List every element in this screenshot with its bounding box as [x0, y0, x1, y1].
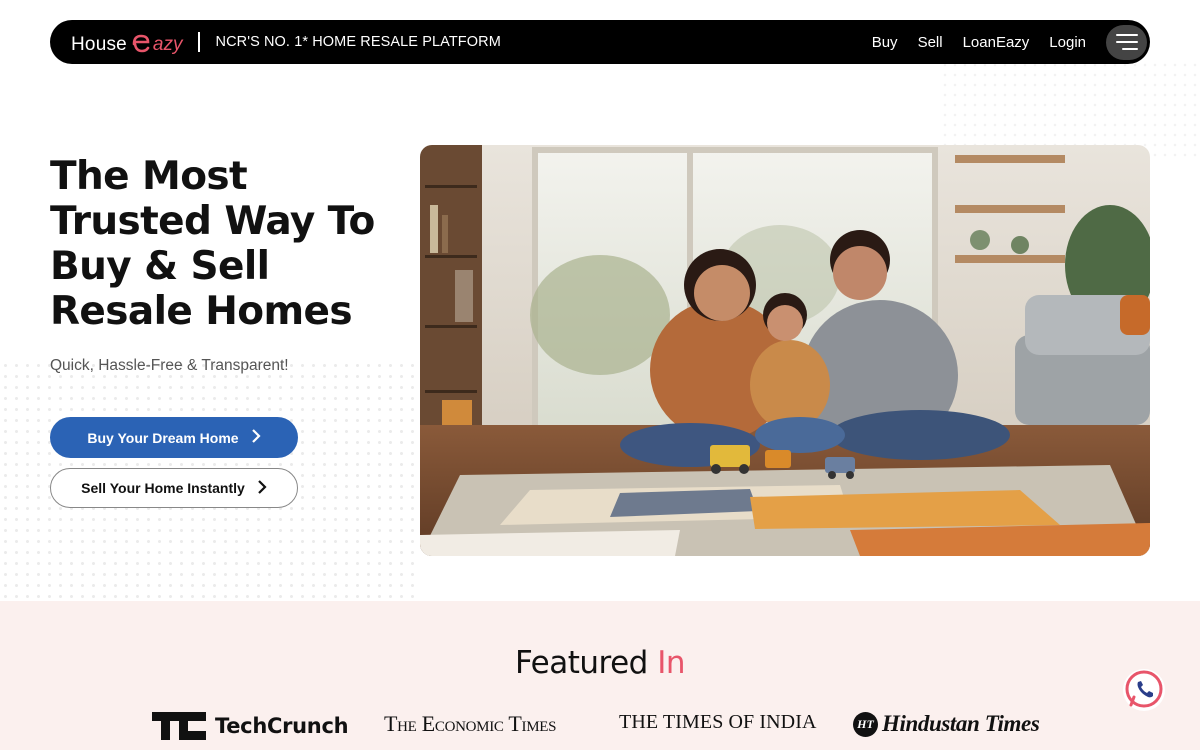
techcrunch-text: TechCrunch — [215, 714, 349, 738]
whatsapp-icon — [1125, 670, 1163, 708]
sell-home-instantly-button[interactable]: Sell Your Home Instantly — [50, 468, 298, 508]
nav-divider — [197, 32, 200, 52]
featured-section: Featured In TechCrunch The Economic Time… — [0, 601, 1200, 750]
times-of-india-text: THE TIMES OF INDIA — [619, 711, 817, 733]
hero-family-image — [420, 145, 1150, 556]
chevron-right-icon — [251, 429, 261, 446]
logo-text-house: House — [71, 34, 127, 55]
times-of-india-logo[interactable]: THE TIMES OF INDIA — [619, 711, 817, 734]
chevron-right-icon — [257, 479, 267, 497]
hindustan-times-logo[interactable]: HT Hindustan Times — [853, 711, 1040, 737]
whatsapp-chat-button[interactable] — [1123, 669, 1165, 711]
nav-tagline: NCR'S NO. 1* HOME RESALE PLATFORM — [215, 34, 501, 50]
ht-badge-icon: HT — [853, 711, 878, 737]
hamburger-icon — [1115, 34, 1138, 36]
nav-links: Buy Sell LoanEazy Login — [852, 24, 1147, 60]
economic-times-logo[interactable]: The Economic Times — [384, 711, 557, 737]
hero-subtitle: Quick, Hassle-Free & Transparent! — [50, 357, 289, 374]
nav-link-login[interactable]: Login — [1049, 34, 1086, 51]
hamburger-menu-button[interactable] — [1106, 24, 1147, 60]
buy-dream-home-label: Buy Your Dream Home — [87, 429, 239, 446]
buy-dream-home-button[interactable]: Buy Your Dream Home — [50, 417, 298, 458]
hero-title: The Most Trusted Way To Buy & Sell Resal… — [50, 154, 375, 334]
featured-title: Featured In — [0, 645, 1200, 681]
top-navbar: House azy NCR'S NO. 1* HOME RESALE PLATF… — [50, 20, 1150, 64]
nav-link-loaneazy[interactable]: LoanEazy — [963, 34, 1030, 51]
logo-text-eazy: azy — [152, 34, 183, 55]
sell-home-instantly-label: Sell Your Home Instantly — [81, 480, 245, 496]
logo-e-icon — [130, 32, 152, 54]
hindustan-times-text: Hindustan Times — [882, 711, 1040, 736]
featured-title-main: Featured — [515, 645, 658, 681]
nav-link-buy[interactable]: Buy — [872, 34, 898, 51]
economic-times-text: The Economic Times — [384, 711, 557, 736]
houseeazy-logo[interactable]: House azy — [71, 28, 183, 56]
nav-link-sell[interactable]: Sell — [918, 34, 943, 51]
featured-title-accent: In — [657, 645, 685, 681]
techcrunch-icon — [152, 712, 206, 740]
techcrunch-logo[interactable]: TechCrunch — [152, 712, 349, 740]
